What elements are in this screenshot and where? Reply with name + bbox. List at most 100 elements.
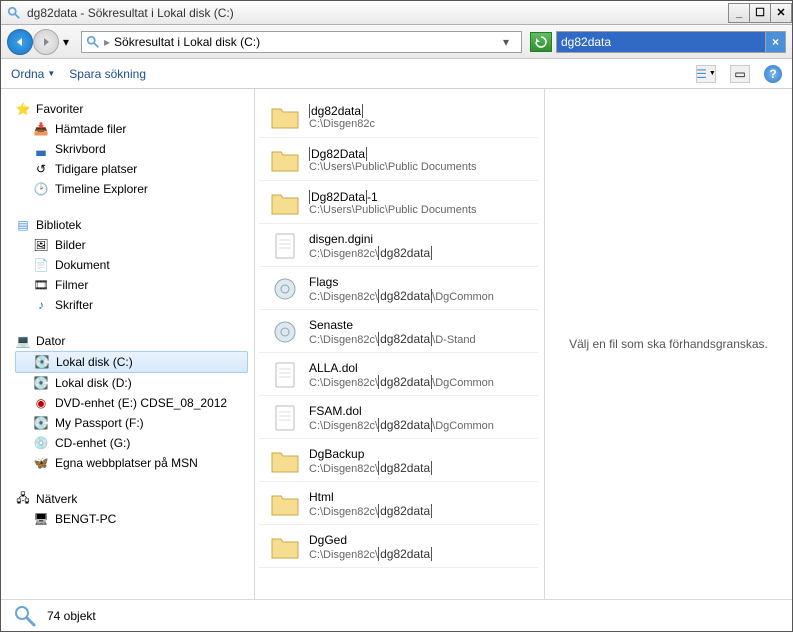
window-title: dg82data - Sökresultat i Lokal disk (C:) bbox=[27, 6, 729, 20]
result-path: C:\Disgen82c\dg82data bbox=[309, 246, 534, 260]
result-name: DgGed bbox=[309, 533, 534, 547]
result-name: Senaste bbox=[309, 318, 534, 332]
preview-message: Välj en fil som ska förhandsgranskas. bbox=[569, 337, 768, 351]
organize-button[interactable]: Ordna▼ bbox=[11, 67, 55, 81]
search-input[interactable] bbox=[557, 32, 765, 52]
nav-bar: ▾ ▸ Sökresultat i Lokal disk (C:) ▾ × bbox=[1, 25, 792, 59]
address-dropdown[interactable]: ▾ bbox=[503, 35, 517, 49]
close-button[interactable]: ✕ bbox=[770, 3, 792, 23]
pc-icon: 🖥 bbox=[33, 511, 49, 527]
result-item[interactable]: Html C:\Disgen82c\dg82data bbox=[259, 484, 538, 525]
sidebar-item-drive-f[interactable]: 💽My Passport (F:) bbox=[15, 413, 254, 433]
folder-icon bbox=[269, 144, 301, 176]
history-dropdown[interactable]: ▾ bbox=[59, 34, 73, 50]
view-options-button[interactable]: ☰▼ bbox=[696, 65, 716, 83]
result-path: C:\Disgen82c\dg82data\DgCommon bbox=[309, 418, 534, 432]
result-name: FSAM.dol bbox=[309, 404, 534, 418]
result-item[interactable]: dg82data C:\Disgen82c bbox=[259, 97, 538, 138]
picture-icon: 🖼 bbox=[33, 237, 49, 253]
result-name: ALLA.dol bbox=[309, 361, 534, 375]
result-item[interactable]: Dg82Data C:\Users\Public\Public Document… bbox=[259, 140, 538, 181]
sidebar-item-downloads[interactable]: 📥Hämtade filer bbox=[15, 119, 254, 139]
address-bar[interactable]: ▸ Sökresultat i Lokal disk (C:) ▾ bbox=[81, 31, 522, 53]
result-item[interactable]: ALLA.dol C:\Disgen82c\dg82data\DgCommon bbox=[259, 355, 538, 396]
sidebar-item-pictures[interactable]: 🖼Bilder bbox=[15, 235, 254, 255]
folder-icon bbox=[269, 531, 301, 563]
result-item[interactable]: disgen.dgini C:\Disgen82c\dg82data bbox=[259, 226, 538, 267]
result-path: C:\Disgen82c bbox=[309, 118, 534, 130]
result-item[interactable]: Flags C:\Disgen82c\dg82data\DgCommon bbox=[259, 269, 538, 310]
network-header[interactable]: 🖧 Nätverk bbox=[15, 489, 254, 509]
result-path: C:\Disgen82c\dg82data bbox=[309, 504, 534, 518]
favorites-header[interactable]: ⭐ Favoriter bbox=[15, 99, 254, 119]
help-button[interactable]: ? bbox=[764, 65, 782, 83]
file-icon bbox=[269, 359, 301, 391]
cd-icon: 💿 bbox=[33, 435, 49, 451]
file-icon bbox=[269, 230, 301, 262]
result-path: C:\Disgen82c\dg82data bbox=[309, 547, 534, 561]
drive-icon: 💽 bbox=[33, 375, 49, 391]
gear-icon bbox=[269, 316, 301, 348]
drive-icon: 💽 bbox=[34, 354, 50, 370]
computer-header[interactable]: 💻 Dator bbox=[15, 331, 254, 351]
folder-icon bbox=[269, 445, 301, 477]
document-icon: 📄 bbox=[33, 257, 49, 273]
minimize-button[interactable]: _ bbox=[728, 3, 750, 23]
libraries-header[interactable]: ▤ Bibliotek bbox=[15, 215, 254, 235]
sidebar-item-desktop[interactable]: ▃Skrivbord bbox=[15, 139, 254, 159]
status-bar: 74 objekt bbox=[1, 599, 792, 631]
sidebar-item-documents[interactable]: 📄Dokument bbox=[15, 255, 254, 275]
sidebar-item-bengt-pc[interactable]: 🖥BENGT-PC bbox=[15, 509, 254, 529]
result-path: C:\Disgen82c\dg82data bbox=[309, 461, 534, 475]
sidebar-item-drive-c[interactable]: 💽Lokal disk (C:) bbox=[15, 351, 248, 373]
folder-icon bbox=[269, 488, 301, 520]
search-box[interactable]: × bbox=[556, 31, 786, 53]
network-icon: 🖧 bbox=[15, 491, 31, 507]
sidebar-item-msn[interactable]: 🦋Egna webbplatser på MSN bbox=[15, 453, 254, 473]
preview-pane: Välj en fil som ska förhandsgranskas. bbox=[545, 89, 792, 599]
folder-icon: 📥 bbox=[33, 121, 49, 137]
result-item[interactable]: DgGed C:\Disgen82c\dg82data bbox=[259, 527, 538, 568]
title-bar: dg82data - Sökresultat i Lokal disk (C:)… bbox=[1, 1, 792, 25]
refresh-button[interactable] bbox=[530, 32, 552, 52]
chevron-right-icon: ▸ bbox=[104, 35, 110, 49]
sidebar-item-music[interactable]: ♪Skrifter bbox=[15, 295, 254, 315]
sidebar-item-drive-e[interactable]: ◉DVD-enhet (E:) CDSE_08_2012 bbox=[15, 393, 254, 413]
desktop-icon: ▃ bbox=[33, 141, 49, 157]
sidebar-item-drive-d[interactable]: 💽Lokal disk (D:) bbox=[15, 373, 254, 393]
clear-search-button[interactable]: × bbox=[765, 32, 785, 52]
result-item[interactable]: Senaste C:\Disgen82c\dg82data\D-Stand bbox=[259, 312, 538, 353]
result-item[interactable]: Dg82Data-1 C:\Users\Public\Public Docume… bbox=[259, 183, 538, 224]
result-item[interactable]: DgBackup C:\Disgen82c\dg82data bbox=[259, 441, 538, 482]
network-group: 🖧 Nätverk 🖥BENGT-PC bbox=[15, 489, 254, 529]
video-icon: 🎞 bbox=[33, 277, 49, 293]
sidebar-item-videos[interactable]: 🎞Filmer bbox=[15, 275, 254, 295]
preview-pane-button[interactable]: ▭ bbox=[730, 65, 750, 83]
result-name: Flags bbox=[309, 275, 534, 289]
result-path: C:\Users\Public\Public Documents bbox=[309, 204, 534, 216]
sidebar-item-timeline[interactable]: 🕑Timeline Explorer bbox=[15, 179, 254, 199]
result-name: disgen.dgini bbox=[309, 232, 534, 246]
back-button[interactable] bbox=[7, 29, 33, 55]
libraries-group: ▤ Bibliotek 🖼Bilder 📄Dokument 🎞Filmer ♪S… bbox=[15, 215, 254, 315]
result-path: C:\Disgen82c\dg82data\DgCommon bbox=[309, 375, 534, 389]
dvd-icon: ◉ bbox=[33, 395, 49, 411]
result-item[interactable]: FSAM.dol C:\Disgen82c\dg82data\DgCommon bbox=[259, 398, 538, 439]
maximize-button[interactable]: ☐ bbox=[749, 3, 771, 23]
result-name: Dg82Data-1 bbox=[309, 190, 534, 204]
save-search-button[interactable]: Spara sökning bbox=[69, 67, 146, 81]
result-path: C:\Disgen82c\dg82data\D-Stand bbox=[309, 332, 534, 346]
result-name: dg82data bbox=[309, 104, 534, 118]
sidebar-item-recent[interactable]: ↺Tidigare platser bbox=[15, 159, 254, 179]
forward-button[interactable] bbox=[33, 29, 59, 55]
address-text: Sökresultat i Lokal disk (C:) bbox=[114, 35, 503, 49]
item-count: 74 objekt bbox=[47, 609, 96, 623]
recent-icon: ↺ bbox=[33, 161, 49, 177]
search-icon bbox=[7, 6, 21, 20]
result-path: C:\Disgen82c\dg82data\DgCommon bbox=[309, 289, 534, 303]
sidebar-item-drive-g[interactable]: 💿CD-enhet (G:) bbox=[15, 433, 254, 453]
library-icon: ▤ bbox=[15, 217, 31, 233]
result-path: C:\Users\Public\Public Documents bbox=[309, 161, 534, 173]
result-name: Dg82Data bbox=[309, 147, 534, 161]
result-name: Html bbox=[309, 490, 534, 504]
